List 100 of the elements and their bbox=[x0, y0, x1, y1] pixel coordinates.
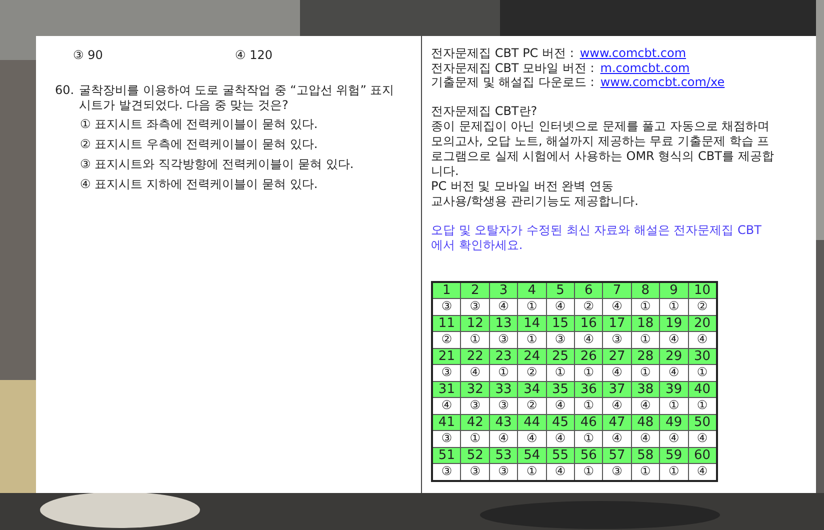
answer-cell: ④ bbox=[660, 332, 688, 348]
answer-cell: ③ bbox=[460, 398, 490, 414]
question-number-cell: 22 bbox=[460, 348, 490, 364]
answer-cell: ③ bbox=[432, 364, 461, 381]
question-number-cell: 42 bbox=[460, 414, 490, 430]
question-number-cell: 59 bbox=[660, 447, 688, 464]
website-link[interactable]: m.comcbt.com bbox=[600, 60, 690, 75]
link-label: 전자문제집 CBT PC 버전 : bbox=[431, 46, 574, 60]
question-number-cell: 1 bbox=[432, 282, 461, 298]
question-number-cell: 33 bbox=[489, 381, 518, 398]
website-link[interactable]: www.comcbt.com/xe bbox=[600, 75, 725, 90]
description-text: 전자문제집 CBT란? bbox=[431, 104, 538, 118]
question-number-cell: 13 bbox=[489, 315, 518, 332]
answer-cell: ③ bbox=[489, 464, 518, 480]
answer-cell: ① bbox=[518, 464, 546, 480]
answer-cell: ④ bbox=[602, 298, 632, 315]
notice-text: 오답 및 오탈자가 수정된 최신 자료와 해설은 전자문제집 CBT bbox=[431, 222, 762, 238]
answer-cell: ③ bbox=[602, 332, 632, 348]
answer-cell: ③ bbox=[460, 464, 490, 480]
notice-text: 에서 확인하세요. bbox=[431, 238, 524, 252]
answer-cell: ④ bbox=[546, 430, 574, 447]
question-number-cell: 23 bbox=[489, 348, 518, 364]
answer-cell: ① bbox=[574, 464, 603, 480]
question-number-cell: 41 bbox=[432, 414, 461, 430]
question-number-cell: 10 bbox=[688, 282, 717, 298]
answer-cell: ④ bbox=[602, 398, 632, 414]
question-number-cell: 7 bbox=[602, 282, 632, 298]
answer-cell: ③ bbox=[489, 398, 518, 414]
question-number-cell: 47 bbox=[602, 414, 632, 430]
website-link[interactable]: www.comcbt.com bbox=[580, 46, 686, 60]
answer-option: ④ 120 bbox=[235, 48, 421, 63]
answer-cell: ① bbox=[574, 364, 603, 381]
question-number-cell: 56 bbox=[574, 447, 603, 464]
answer-cell: ④ bbox=[432, 398, 461, 414]
question-number: 60. bbox=[55, 83, 74, 99]
answer-cell: ① bbox=[631, 332, 660, 348]
description-text: 니다. bbox=[431, 164, 460, 178]
answer-cell: ① bbox=[660, 398, 688, 414]
link-label: 전자문제집 CBT 모바일 버전 : bbox=[431, 60, 594, 75]
answer-cell: ③ bbox=[432, 298, 461, 315]
question-number-cell: 53 bbox=[489, 447, 518, 464]
question-number-cell: 5 bbox=[546, 282, 574, 298]
question-number-cell: 44 bbox=[518, 414, 546, 430]
answer-cell: ① bbox=[574, 430, 603, 447]
question-number-cell: 52 bbox=[460, 447, 490, 464]
answer-cell: ④ bbox=[546, 298, 574, 315]
question-number-cell: 14 bbox=[518, 315, 546, 332]
question-number-cell: 48 bbox=[631, 414, 660, 430]
link-label: 기출문제 및 해설집 다운로드 : bbox=[431, 75, 594, 90]
question-number-cell: 34 bbox=[518, 381, 546, 398]
answer-cell: ④ bbox=[660, 364, 688, 381]
question-number-cell: 43 bbox=[489, 414, 518, 430]
answer-cell: ③ bbox=[546, 332, 574, 348]
answer-cell: ④ bbox=[489, 430, 518, 447]
description-text: 교사용/학생용 관리기능도 제공합니다. bbox=[431, 194, 640, 208]
answer-cell: ④ bbox=[660, 430, 688, 447]
answer-cell: ④ bbox=[518, 430, 546, 447]
answer-cell: ③ bbox=[460, 298, 490, 315]
question-number-cell: 55 bbox=[546, 447, 574, 464]
question-number-cell: 58 bbox=[631, 447, 660, 464]
question-number-cell: 4 bbox=[518, 282, 546, 298]
question-number-cell: 19 bbox=[660, 315, 688, 332]
question-number-cell: 57 bbox=[602, 447, 632, 464]
question-number-cell: 24 bbox=[518, 348, 546, 364]
answer-cell: ③ bbox=[602, 464, 632, 480]
answer-option: ② 표지시트 우측에 전력케이블이 묻혀 있다. bbox=[80, 137, 421, 152]
description-text: 로그램으로 실제 시험에서 사용하는 OMR 형식의 CBT를 제공합 bbox=[431, 148, 775, 164]
question-number-cell: 18 bbox=[631, 315, 660, 332]
answer-cell: ④ bbox=[460, 364, 490, 381]
question-number-cell: 51 bbox=[432, 447, 461, 464]
description-text: PC 버전 및 모바일 버전 완벽 연동 bbox=[431, 178, 615, 194]
question-number-cell: 8 bbox=[631, 282, 660, 298]
answer-cell: ① bbox=[631, 464, 660, 480]
answer-option: ④ 표지시트 지하에 전력케이블이 묻혀 있다. bbox=[80, 177, 421, 192]
question-number-cell: 9 bbox=[660, 282, 688, 298]
answer-cell: ④ bbox=[631, 398, 660, 414]
answer-cell: ① bbox=[460, 430, 490, 447]
question-number-cell: 37 bbox=[602, 381, 632, 398]
answer-cell: ① bbox=[518, 298, 546, 315]
answer-cell: ④ bbox=[688, 332, 717, 348]
answer-cell: ① bbox=[660, 298, 688, 315]
question-number-cell: 54 bbox=[518, 447, 546, 464]
question-number-cell: 6 bbox=[574, 282, 603, 298]
question-number-cell: 30 bbox=[688, 348, 717, 364]
question-number-cell: 32 bbox=[460, 381, 490, 398]
question-number-cell: 27 bbox=[602, 348, 632, 364]
question-number-cell: 15 bbox=[546, 315, 574, 332]
answer-cell: ③ bbox=[489, 332, 518, 348]
question-number-cell: 28 bbox=[631, 348, 660, 364]
question-number-cell: 46 bbox=[574, 414, 603, 430]
question-number-cell: 26 bbox=[574, 348, 603, 364]
question-number-cell: 45 bbox=[546, 414, 574, 430]
question-number-cell: 49 bbox=[660, 414, 688, 430]
answer-cell: ① bbox=[518, 332, 546, 348]
answer-cell: ① bbox=[489, 364, 518, 381]
question-number-cell: 2 bbox=[460, 282, 490, 298]
answer-cell: ④ bbox=[546, 398, 574, 414]
answer-cell: ① bbox=[631, 364, 660, 381]
description-text: 모의고사, 오답 노트, 해설까지 제공하는 무료 기출문제 학습 프 bbox=[431, 134, 770, 148]
question-number-cell: 36 bbox=[574, 381, 603, 398]
